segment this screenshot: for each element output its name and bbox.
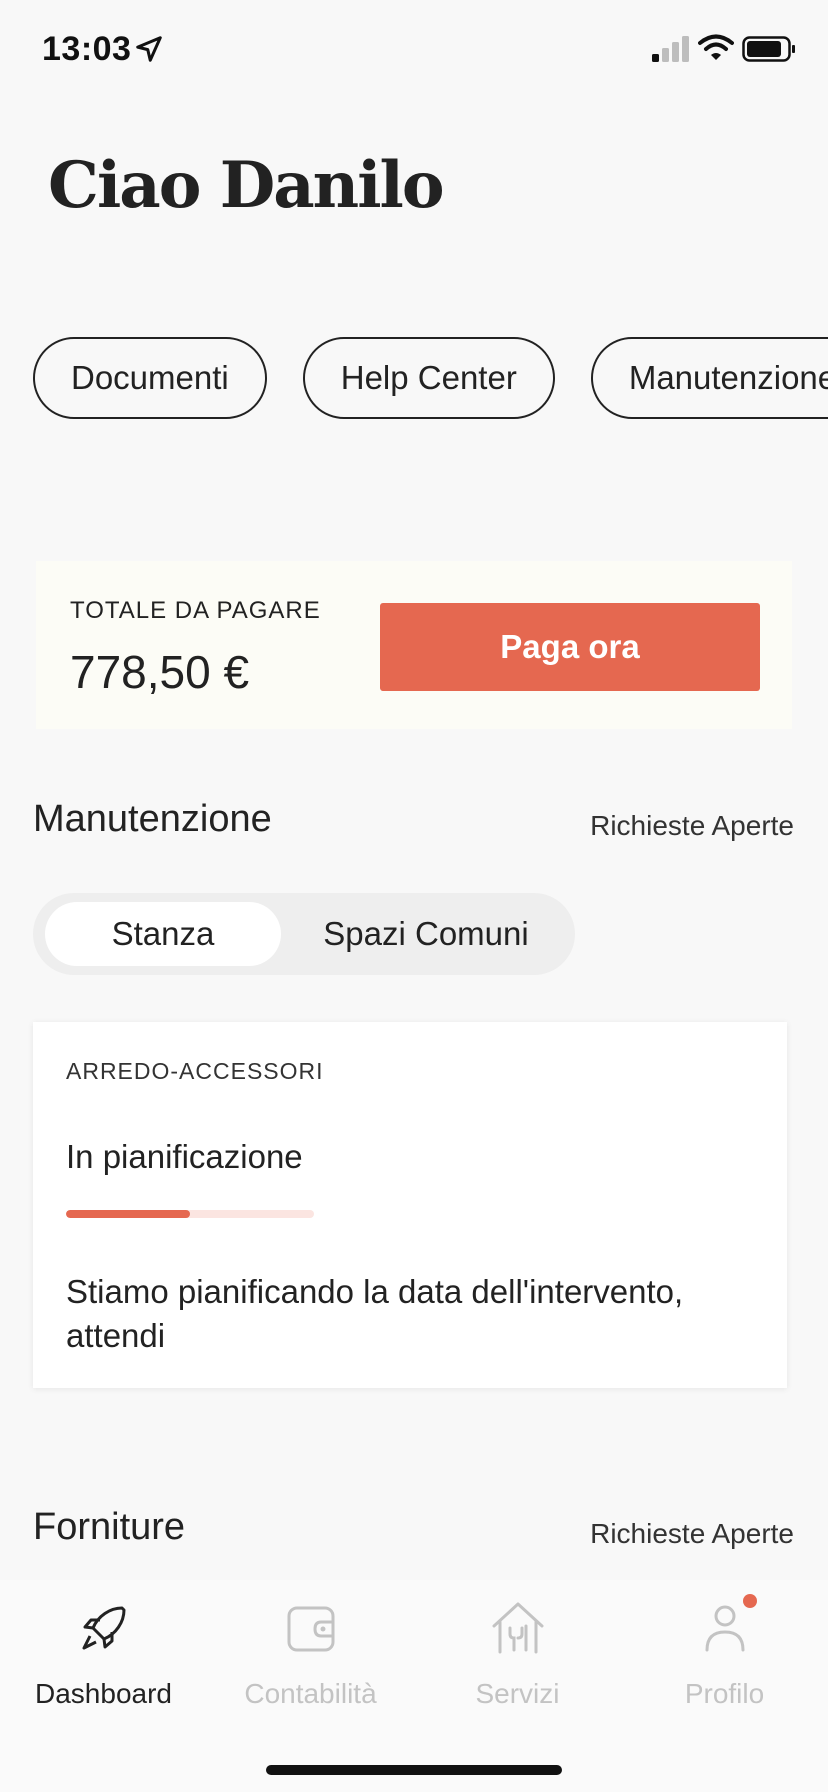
battery-icon [742, 36, 795, 62]
tab-contabilita[interactable]: Contabilità [207, 1600, 414, 1730]
payment-card: TOTALE DA PAGARE 778,50 € Paga ora [36, 561, 792, 729]
segment-stanza[interactable]: Stanza [45, 902, 281, 966]
house-tools-icon [492, 1602, 543, 1654]
chip-documenti[interactable]: Documenti [33, 337, 267, 419]
notification-badge-dot [742, 1594, 757, 1608]
segment-spazi-comuni[interactable]: Spazi Comuni [281, 902, 571, 966]
supplies-section-title: Forniture [33, 1506, 186, 1548]
tab-label-contabilita: Contabilità [244, 1678, 377, 1709]
greeting-title: Ciao Danilo [48, 148, 444, 223]
pay-now-button[interactable]: Paga ora [380, 603, 760, 691]
tab-label-servizi: Servizi [475, 1678, 560, 1709]
status-bar: 13:03 [0, 0, 828, 100]
wallet-icon [287, 1606, 334, 1652]
chip-help-center[interactable]: Help Center [302, 337, 555, 419]
request-progress-bar [66, 1210, 314, 1218]
maintenance-section-title: Manutenzione [33, 798, 272, 840]
tab-servizi[interactable]: Servizi [414, 1600, 621, 1730]
cellular-signal-icon [652, 36, 689, 62]
payment-label: TOTALE DA PAGARE [70, 597, 321, 624]
supplies-open-requests-link[interactable]: Richieste Aperte [590, 1518, 794, 1550]
request-category: ARREDO-ACCESSORI [66, 1058, 324, 1084]
payment-amount: 778,50 € [70, 646, 250, 698]
maintenance-segmented-control: Stanza Spazi Comuni [33, 893, 575, 975]
maintenance-open-requests-link[interactable]: Richieste Aperte [590, 810, 794, 842]
location-arrow-icon [136, 36, 162, 62]
tab-label-profilo: Profilo [684, 1678, 765, 1709]
wifi-icon [698, 34, 734, 60]
profile-icon-wrapper [697, 1594, 757, 1656]
maintenance-request-card[interactable]: ARREDO-ACCESSORI In pianificazione Stiam… [33, 1022, 787, 1388]
request-description: Stiamo pianificando la data dell'interve… [66, 1273, 684, 1354]
tab-dashboard[interactable]: Dashboard [0, 1600, 207, 1730]
home-indicator[interactable] [266, 1765, 562, 1775]
person-icon [705, 1605, 744, 1652]
bottom-tab-bar: Dashboard Contabilità Servizi Profilo [0, 1580, 828, 1792]
quick-action-chips: Documenti Help Center Manutenzione [33, 337, 828, 419]
tab-profilo[interactable]: Profilo [621, 1594, 828, 1730]
request-status: In pianificazione [66, 1138, 303, 1175]
status-time: 13:03 [42, 30, 132, 68]
request-progress-fill [66, 1210, 190, 1218]
tab-label-dashboard: Dashboard [35, 1678, 172, 1709]
app-screen: 13:03 Ciao Danilo Documenti Help Center … [0, 0, 828, 1792]
chip-manutenzione[interactable]: Manutenzione [590, 337, 828, 419]
rocket-icon [82, 1606, 125, 1650]
